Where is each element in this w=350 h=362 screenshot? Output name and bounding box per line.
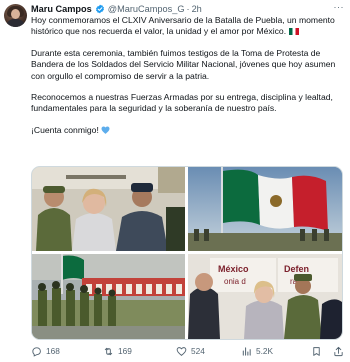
sign-text-defen: Defen [284, 264, 309, 274]
share-button[interactable] [333, 344, 348, 358]
timestamp[interactable]: 2h [192, 4, 202, 14]
photo-flag[interactable] [188, 167, 342, 251]
heart-icon [176, 346, 187, 356]
photo-officials[interactable] [32, 167, 185, 251]
views-button[interactable]: 5.2K [241, 344, 273, 358]
avatar[interactable] [4, 4, 27, 27]
bookmark-button[interactable] [311, 344, 326, 358]
reply-count: 168 [46, 346, 60, 356]
separator-dot: · [186, 4, 190, 14]
repost-button[interactable]: 169 [103, 344, 132, 358]
like-button[interactable]: 524 [176, 344, 205, 358]
views-chart-icon [242, 346, 251, 356]
mexico-flag-icon [289, 28, 300, 36]
verified-badge-icon [95, 4, 104, 14]
author-name[interactable]: Maru Campos [31, 4, 92, 14]
tweet-text: Hoy conmemoramos el CLXIV Aniversario de… [31, 15, 345, 136]
tweet-paragraph: Reconocemos a nuestras Fuerzas Armadas p… [31, 92, 333, 114]
tweet-header: Maru Campos @MaruCampos_G · 2h [31, 3, 202, 15]
photo-soldiers[interactable] [32, 254, 185, 339]
like-count: 524 [191, 346, 205, 356]
reply-button[interactable]: 168 [31, 344, 60, 358]
more-options-icon[interactable]: ··· [334, 2, 345, 12]
blue-heart-icon [101, 126, 110, 134]
sign-text-mexico: México [218, 264, 249, 274]
tweet-paragraph: ¡Cuenta conmigo! [31, 125, 345, 136]
share-icon [334, 346, 343, 356]
tweet-paragraph: Durante esta ceremonia, también fuimos t… [31, 47, 336, 81]
sign-text-onia: onia d [224, 277, 246, 286]
bookmark-icon [313, 346, 320, 356]
reply-icon [32, 346, 41, 357]
tweet-paragraph: Hoy conmemoramos el CLXIV Aniversario de… [31, 15, 335, 37]
photo-officials-signage[interactable]: México Defen onia d ra de [188, 254, 342, 339]
media-grid: México Defen onia d ra de [31, 166, 343, 340]
repost-count: 169 [118, 346, 132, 356]
views-count: 5.2K [256, 346, 274, 356]
author-handle[interactable]: @MaruCampos_G [108, 4, 185, 14]
repost-icon [104, 347, 113, 355]
tweet-actions: 168 169 524 5.2K [31, 344, 345, 358]
tweet-card[interactable]: Maru Campos @MaruCampos_G · 2h ··· Hoy c… [0, 0, 350, 362]
